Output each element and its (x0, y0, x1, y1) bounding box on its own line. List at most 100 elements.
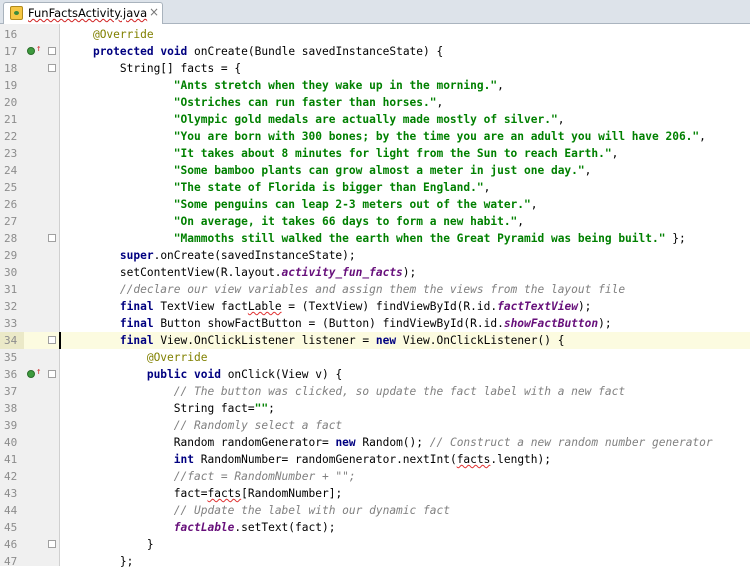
line-number: 20 (4, 96, 18, 109)
code-line[interactable]: 44 // Update the label with our dynamic … (0, 502, 750, 519)
code-token: int (173, 453, 194, 466)
code-line[interactable]: 22 "You are born with 300 bones; by the … (0, 128, 750, 145)
code-token: , (517, 215, 525, 228)
code-editor[interactable]: 16 @Override 17 ↑ protected void onCreate(… (0, 24, 750, 568)
code-text: fact=facts[RandomNumber]; (66, 485, 342, 502)
code-token: , (530, 198, 538, 211)
code-token: new (335, 436, 356, 449)
code-token: RandomNumber= randomGenerator.nextInt( (194, 453, 457, 466)
code-line[interactable]: 18 String[] facts = { (0, 60, 750, 77)
line-number: 31 (4, 283, 18, 296)
override-method-icon[interactable]: ↑ (27, 367, 41, 379)
code-line[interactable]: 25 "The state of Florida is bigger than … (0, 179, 750, 196)
code-line[interactable]: 17 ↑ protected void onCreate(Bundle saved… (0, 43, 750, 60)
code-line[interactable]: 21 "Olympic gold medals are actually mad… (0, 111, 750, 128)
fold-marker-icon[interactable] (48, 336, 56, 344)
line-number: 44 (4, 504, 18, 517)
code-token: activity_fun_facts (281, 266, 403, 279)
code-token: .onCreate(savedInstanceState); (153, 249, 356, 262)
code-token: // Randomly select a fact (173, 419, 343, 432)
line-number: 43 (4, 487, 18, 500)
code-line[interactable]: 16 @Override (0, 26, 750, 43)
code-token: "" (254, 402, 269, 415)
code-line[interactable]: 39 // Randomly select a fact (0, 417, 750, 434)
fold-marker-icon[interactable] (48, 370, 56, 378)
override-method-icon[interactable]: ↑ (27, 44, 41, 56)
code-token: ; (268, 402, 275, 415)
code-line[interactable]: 47 }; (0, 553, 750, 570)
line-number: 32 (4, 300, 18, 313)
code-token: super (119, 249, 154, 262)
code-line[interactable]: 26 "Some penguins can leap 2-3 meters ou… (0, 196, 750, 213)
code-line[interactable]: 31 //declare our view variables and assi… (0, 281, 750, 298)
line-number: 29 (4, 249, 18, 262)
code-line[interactable]: 33 final Button showFactButton = (Button… (0, 315, 750, 332)
line-number: 22 (4, 130, 18, 143)
code-line[interactable]: 45 factLable.setText(fact); (0, 519, 750, 536)
code-line[interactable]: 20 "Ostriches can run faster than horses… (0, 94, 750, 111)
fold-marker-icon[interactable] (48, 540, 56, 548)
code-text: setContentView(R.layout.activity_fun_fac… (66, 264, 416, 281)
code-line[interactable]: 34 final View.OnClickListener listener =… (0, 332, 750, 349)
editor-tab[interactable]: FunFactsActivity.java × (3, 2, 163, 24)
code-line[interactable]: 43 fact=facts[RandomNumber]; (0, 485, 750, 502)
code-line[interactable]: 23 "It takes about 8 minutes for light f… (0, 145, 750, 162)
code-token: facts (207, 487, 242, 500)
code-token: void (194, 368, 221, 381)
code-token: final (119, 300, 154, 313)
code-token: "Olympic gold medals are actually made m… (173, 113, 558, 126)
code-token: , (497, 79, 504, 92)
code-line[interactable]: 37 // The button was clicked, so update … (0, 383, 750, 400)
code-line[interactable]: 32 final TextView factLable = (TextView)… (0, 298, 750, 315)
code-line[interactable]: 38 String fact=""; (0, 400, 750, 417)
code-line[interactable]: 40 Random randomGenerator= new Random();… (0, 434, 750, 451)
code-token: "Ostriches can run faster than horses." (173, 96, 437, 109)
line-number: 41 (4, 453, 18, 466)
code-token: .length); (490, 453, 551, 466)
code-text: @Override (66, 26, 154, 43)
code-text: "On average, it takes 66 days to form a … (66, 213, 524, 230)
code-line[interactable]: 41 int RandomNumber= randomGenerator.nex… (0, 451, 750, 468)
code-line[interactable]: 35 @Override (0, 349, 750, 366)
code-text: "The state of Florida is bigger than Eng… (66, 179, 491, 196)
code-line[interactable]: 42 //fact = RandomNumber + ""; (0, 468, 750, 485)
code-line[interactable]: 29 super.onCreate(savedInstanceState); (0, 247, 750, 264)
line-number: 21 (4, 113, 18, 126)
code-text: "You are born with 300 bones; by the tim… (66, 128, 706, 145)
code-token: "You are born with 300 bones; by the tim… (173, 130, 700, 143)
code-line[interactable]: 27 "On average, it takes 66 days to form… (0, 213, 750, 230)
fold-marker-icon[interactable] (48, 47, 56, 55)
code-line[interactable]: 19 "Ants stretch when they wake up in th… (0, 77, 750, 94)
code-token: View.OnClickListener listener = (153, 334, 376, 347)
code-line[interactable]: 30 setContentView(R.layout.activity_fun_… (0, 264, 750, 281)
code-token: fact= (173, 487, 208, 500)
code-line[interactable]: 24 "Some bamboo plants can grow almost a… (0, 162, 750, 179)
line-number: 40 (4, 436, 18, 449)
code-line[interactable]: 28 "Mammoths still walked the earth when… (0, 230, 750, 247)
code-token: Button showFactButton = (Button) findVie… (153, 317, 504, 330)
line-number: 35 (4, 351, 18, 364)
line-number: 45 (4, 521, 18, 534)
code-token: ); (402, 266, 417, 279)
code-token: "On average, it takes 66 days to form a … (173, 215, 518, 228)
fold-marker-icon[interactable] (48, 234, 56, 242)
line-number: 42 (4, 470, 18, 483)
code-line[interactable]: 46 } (0, 536, 750, 553)
line-number: 46 (4, 538, 18, 551)
code-text: // The button was clicked, so update the… (66, 383, 625, 400)
close-icon[interactable]: × (149, 5, 159, 19)
code-line[interactable]: 36 ↑ public void onClick(View v) { (0, 366, 750, 383)
fold-marker-icon[interactable] (48, 64, 56, 72)
code-text: //fact = RandomNumber + ""; (66, 468, 356, 485)
